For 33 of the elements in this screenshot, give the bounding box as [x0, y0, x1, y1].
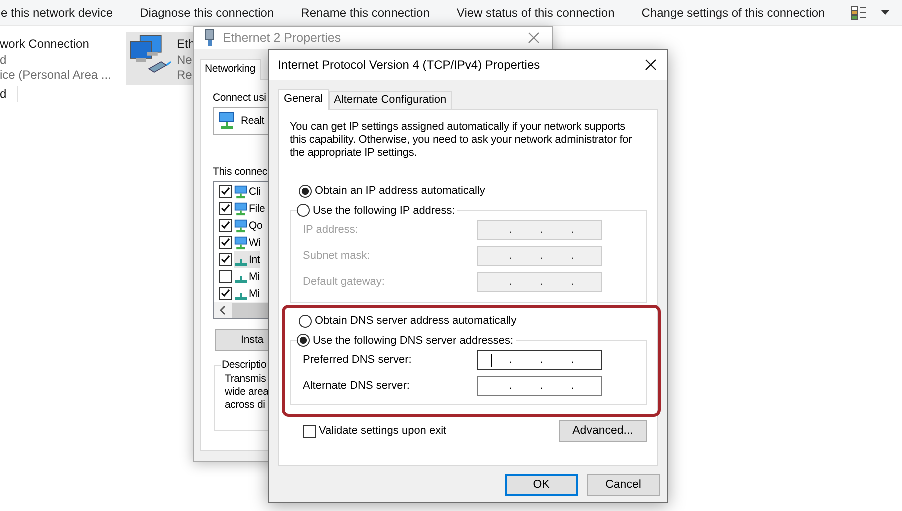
connection-status: Ne [177, 52, 194, 68]
field-label: This connec [213, 166, 268, 178]
description-text: Transmis [225, 373, 266, 386]
group-title: Descriptio [221, 359, 268, 371]
description-text: wide area [225, 386, 269, 399]
component-name: Cli [249, 186, 261, 198]
ip-separators: . . . [509, 276, 574, 288]
component-name: Int [249, 254, 260, 266]
window-title: Internet Protocol Version 4 (TCP/IPv4) Properties [278, 58, 540, 72]
description-text: across di [225, 399, 266, 412]
ip-separators: . . . [509, 380, 574, 392]
field-label: Preferred DNS server: [303, 354, 413, 366]
window-title: Ethernet 2 Properties [223, 31, 342, 45]
field-label: Connect usi [213, 92, 266, 104]
field-label: Subnet mask: [303, 250, 372, 262]
field-label: IP address: [303, 224, 360, 236]
device-name: ice (Personal Area ... [0, 68, 112, 84]
adapter-name: Realt [241, 115, 265, 127]
field-label: Default gateway: [303, 276, 386, 288]
component-name: Mi [249, 270, 260, 282]
connection-status: d [0, 52, 8, 68]
component-name: Mi [249, 288, 260, 300]
ip-separators: . . . [509, 250, 574, 262]
ip-separators: . . . [509, 354, 574, 366]
component-name: Qo [249, 220, 263, 232]
connection-name: work Connection [0, 37, 90, 52]
intro-text: You can get IP settings assigned automatically if your network supports this capability. Otherwise, you need to ask your network administrator for the appropriate IP settings. [290, 121, 634, 160]
device-name: Re [177, 68, 194, 84]
field-label: Alternate DNS server: [303, 380, 411, 392]
component-name: Wi [249, 236, 261, 248]
component-name: File [249, 202, 266, 214]
ip-separators: . . . [509, 224, 574, 236]
status-text: d [0, 87, 7, 101]
